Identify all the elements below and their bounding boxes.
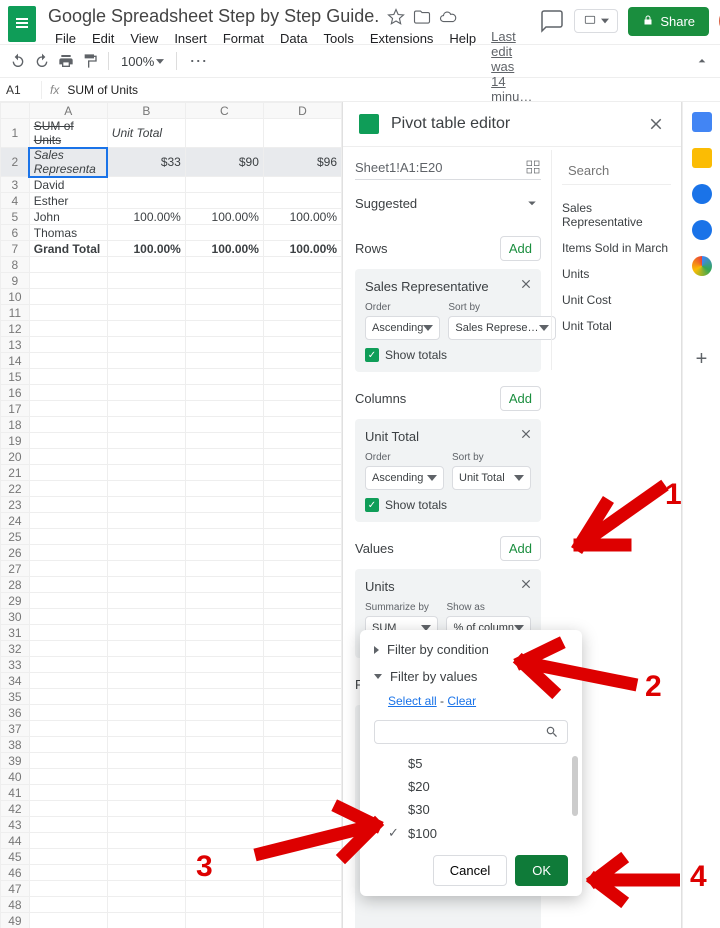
add-columns-button[interactable]: Add (500, 386, 541, 411)
field-item[interactable]: Items Sold in March (562, 235, 671, 261)
menu-format[interactable]: Format (216, 29, 271, 104)
zoom-value: 100% (121, 54, 154, 69)
remove-cols-icon[interactable] (519, 427, 533, 441)
print-icon[interactable] (56, 51, 76, 71)
field-search-input[interactable] (568, 163, 682, 178)
select-all-link[interactable]: Select all (388, 694, 437, 708)
cell-reference[interactable]: A1 (0, 81, 42, 99)
contacts-rail-icon[interactable] (692, 220, 712, 240)
remove-rows-icon[interactable] (519, 277, 533, 291)
select-range-icon[interactable] (525, 159, 541, 175)
present-button[interactable] (574, 9, 618, 33)
toolbar-more[interactable]: ⋯ (189, 51, 207, 72)
cloud-icon[interactable] (439, 8, 457, 26)
pivot-title: Pivot table editor (391, 115, 647, 133)
rows-show-totals-checkbox[interactable]: ✓Show totals (365, 348, 531, 362)
redo-icon[interactable] (32, 51, 52, 71)
chevron-down-icon (523, 194, 541, 212)
calendar-rail-icon[interactable] (692, 112, 712, 132)
last-edit-link[interactable]: Last edit was 14 minu… (491, 29, 532, 104)
values-section-label: Values (355, 541, 394, 556)
paint-format-icon[interactable] (80, 51, 100, 71)
menu-tools[interactable]: Tools (316, 29, 360, 104)
field-item[interactable]: Unit Total (562, 313, 671, 339)
filter-value-item[interactable]: ✓$100 (388, 821, 568, 845)
field-item[interactable]: Sales Representative (562, 195, 671, 235)
cols-order-dropdown[interactable]: Ascending (365, 466, 444, 490)
close-icon[interactable] (647, 115, 665, 133)
clear-link[interactable]: Clear (447, 694, 476, 708)
search-icon (545, 725, 559, 739)
remove-values-icon[interactable] (519, 577, 533, 591)
filter-value-item[interactable]: $20 (388, 775, 568, 798)
suggested-toggle[interactable]: Suggested (355, 194, 541, 212)
menu-data[interactable]: Data (273, 29, 314, 104)
move-folder-icon[interactable] (413, 8, 431, 26)
cols-card-title: Unit Total (365, 429, 531, 444)
filter-search-box[interactable] (374, 720, 568, 744)
columns-section-label: Columns (355, 391, 406, 406)
spreadsheet-grid[interactable]: ABCD1SUM of UnitsUnit Total2Sales Repres… (0, 102, 342, 928)
doc-title[interactable]: Google Spreadsheet Step by Step Guide. (48, 6, 379, 27)
menu-extensions[interactable]: Extensions (363, 29, 441, 104)
undo-icon[interactable] (8, 51, 28, 71)
rows-order-dropdown[interactable]: Ascending (365, 316, 440, 340)
field-item[interactable]: Units (562, 261, 671, 287)
filter-value-item[interactable]: $30 (388, 798, 568, 821)
cancel-button[interactable]: Cancel (433, 855, 507, 886)
addons-plus-icon[interactable]: + (696, 348, 708, 371)
filter-value-item[interactable]: $5 (388, 752, 568, 775)
filter-by-values[interactable]: Filter by values (360, 663, 582, 690)
maps-rail-icon[interactable] (692, 256, 712, 276)
filter-popup: Filter by condition Filter by values Sel… (360, 630, 582, 896)
rows-section-label: Rows (355, 241, 388, 256)
rows-sortby-dropdown[interactable]: Sales Represe… (448, 316, 555, 340)
sheets-logo[interactable] (8, 6, 36, 42)
pivot-icon (359, 114, 379, 134)
cols-sortby-dropdown[interactable]: Unit Total (452, 466, 531, 490)
add-values-button[interactable]: Add (500, 536, 541, 561)
comment-history-icon[interactable] (540, 9, 564, 33)
cols-show-totals-checkbox[interactable]: ✓Show totals (365, 498, 531, 512)
suggested-label: Suggested (355, 196, 417, 211)
add-rows-button[interactable]: Add (500, 236, 541, 261)
rows-card-title: Sales Representative (365, 279, 531, 294)
keep-rail-icon[interactable] (692, 148, 712, 168)
zoom-dropdown[interactable]: 100% (117, 52, 168, 71)
collapse-toolbar-icon[interactable] (692, 51, 712, 71)
values-card-title: Units (365, 579, 531, 594)
order-label: Order (365, 302, 440, 313)
filter-by-condition[interactable]: Filter by condition (360, 636, 582, 663)
share-label: Share (660, 14, 695, 29)
share-button[interactable]: Share (628, 7, 709, 36)
pivot-range[interactable]: Sheet1!A1:E20 (355, 160, 442, 175)
field-item[interactable]: Unit Cost (562, 287, 671, 313)
fx-icon: fx (42, 83, 67, 97)
ok-button[interactable]: OK (515, 855, 568, 886)
menu-help[interactable]: Help (442, 29, 483, 104)
formula-value[interactable]: SUM of Units (67, 83, 138, 97)
tasks-rail-icon[interactable] (692, 184, 712, 204)
star-icon[interactable] (387, 8, 405, 26)
sortby-label: Sort by (448, 302, 555, 313)
